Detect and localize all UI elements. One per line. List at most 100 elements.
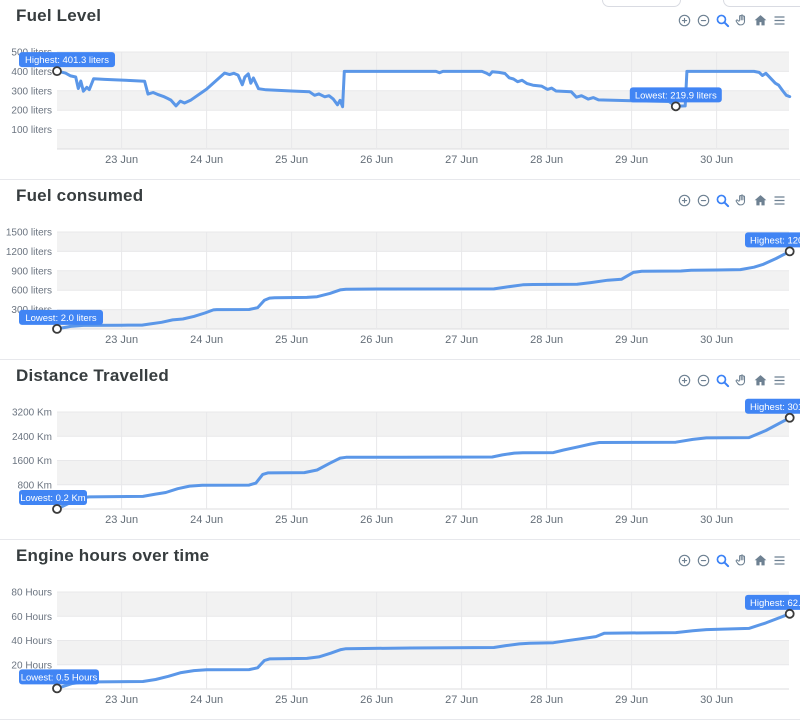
- chart-title: Engine hours over time: [16, 546, 209, 566]
- x-axis-label: 24 Jun: [190, 694, 223, 706]
- annotation-label: Highest: 401.3 liters: [25, 55, 109, 66]
- home-icon[interactable]: [753, 13, 768, 28]
- x-axis-label: 27 Jun: [445, 154, 478, 166]
- y-axis-label: 60 Hours: [11, 612, 52, 623]
- menu-icon[interactable]: [772, 13, 787, 28]
- grid-band: [57, 110, 789, 129]
- x-axis-label: 24 Jun: [190, 514, 223, 526]
- annotation-label: Highest: 62.: [750, 598, 800, 609]
- x-axis-label: 28 Jun: [530, 514, 563, 526]
- x-axis-label: 25 Jun: [275, 154, 308, 166]
- x-axis-label: 27 Jun: [445, 694, 478, 706]
- zoom-in-icon[interactable]: [677, 193, 692, 208]
- chart-toolbar: [677, 193, 787, 208]
- chart-toolbar: [677, 553, 787, 568]
- annotation-label: Highest: 120: [750, 235, 800, 246]
- x-axis-label: 27 Jun: [445, 514, 478, 526]
- pan-icon[interactable]: [734, 193, 749, 208]
- x-axis-label: 28 Jun: [530, 154, 563, 166]
- grid-band: [57, 232, 789, 251]
- cropped-input-fragment[interactable]: [602, 0, 681, 7]
- grid-band: [57, 485, 789, 509]
- chart-toolbar: [677, 373, 787, 388]
- pan-icon[interactable]: [734, 13, 749, 28]
- chart-panel-fuel-level: 500 liters400 liters300 liters200 liters…: [0, 0, 800, 180]
- grid-band: [57, 290, 789, 309]
- y-axis-label: 40 Hours: [11, 636, 52, 647]
- cropped-input-fragment[interactable]: [723, 0, 800, 7]
- y-axis-label: 1600 Km: [12, 456, 52, 467]
- y-axis-label: 3200 Km: [12, 408, 52, 419]
- grid-band: [57, 130, 789, 149]
- selection-zoom-icon[interactable]: [715, 13, 730, 28]
- annotation-marker: [53, 505, 61, 513]
- grid-band: [57, 616, 789, 640]
- grid-band: [57, 52, 789, 71]
- annotation-label: Lowest: 0.5 Hours: [21, 672, 98, 683]
- zoom-out-icon[interactable]: [696, 13, 711, 28]
- annotation-marker: [53, 325, 61, 333]
- x-axis-label: 25 Jun: [275, 694, 308, 706]
- grid-band: [57, 251, 789, 270]
- chart-panel-engine-hours-over-time: 80 Hours60 Hours40 Hours20 Hours23 Jun24…: [0, 540, 800, 720]
- annotation-label: Lowest: 219.9 liters: [635, 90, 717, 101]
- y-axis-label: 200 liters: [11, 106, 52, 117]
- chart-toolbar: [677, 13, 787, 28]
- annotation-marker: [53, 67, 61, 75]
- x-axis-label: 25 Jun: [275, 514, 308, 526]
- y-axis-label: 400 liters: [11, 67, 52, 78]
- y-axis-label: 600 liters: [11, 286, 52, 297]
- chart-panel-fuel-consumed: 1500 liters1200 liters900 liters600 lite…: [0, 180, 800, 360]
- zoom-in-icon[interactable]: [677, 373, 692, 388]
- x-axis-label: 29 Jun: [615, 694, 648, 706]
- x-axis-label: 25 Jun: [275, 334, 308, 346]
- grid-band: [57, 310, 789, 329]
- x-axis-label: 23 Jun: [105, 154, 138, 166]
- zoom-in-icon[interactable]: [677, 553, 692, 568]
- grid-band: [57, 461, 789, 485]
- menu-icon[interactable]: [772, 553, 787, 568]
- zoom-out-icon[interactable]: [696, 373, 711, 388]
- x-axis-label: 29 Jun: [615, 154, 648, 166]
- selection-zoom-icon[interactable]: [715, 193, 730, 208]
- home-icon[interactable]: [753, 553, 768, 568]
- x-axis-label: 23 Jun: [105, 514, 138, 526]
- pan-icon[interactable]: [734, 553, 749, 568]
- chart-panels-container: 500 liters400 liters300 liters200 liters…: [0, 0, 800, 720]
- zoom-out-icon[interactable]: [696, 193, 711, 208]
- zoom-in-icon[interactable]: [677, 13, 692, 28]
- x-axis-label: 26 Jun: [360, 334, 393, 346]
- selection-zoom-icon[interactable]: [715, 553, 730, 568]
- chart-title: Distance Travelled: [16, 366, 169, 386]
- y-axis-label: 300 liters: [11, 86, 52, 97]
- y-axis-label: 1500 liters: [6, 228, 52, 239]
- chart-title: Fuel consumed: [16, 186, 143, 206]
- annotation-label: Highest: 301: [750, 402, 800, 413]
- menu-icon[interactable]: [772, 373, 787, 388]
- home-icon[interactable]: [753, 193, 768, 208]
- zoom-out-icon[interactable]: [696, 553, 711, 568]
- y-axis-label: 800 Km: [18, 480, 52, 491]
- x-axis-label: 30 Jun: [700, 334, 733, 346]
- pan-icon[interactable]: [734, 373, 749, 388]
- x-axis-label: 30 Jun: [700, 514, 733, 526]
- fleet-charts-page: { "colors": { "line": "#5b97e8", "annota…: [0, 0, 800, 719]
- x-axis-label: 24 Jun: [190, 154, 223, 166]
- chart-title: Fuel Level: [16, 6, 101, 26]
- x-axis-label: 28 Jun: [530, 334, 563, 346]
- annotation-marker: [786, 247, 794, 255]
- x-axis-label: 29 Jun: [615, 514, 648, 526]
- x-axis-label: 26 Jun: [360, 694, 393, 706]
- annotation-marker: [672, 102, 680, 110]
- y-axis-label: 900 liters: [11, 266, 52, 277]
- selection-zoom-icon[interactable]: [715, 373, 730, 388]
- menu-icon[interactable]: [772, 193, 787, 208]
- home-icon[interactable]: [753, 373, 768, 388]
- y-axis-label: 80 Hours: [11, 588, 52, 599]
- x-axis-label: 26 Jun: [360, 514, 393, 526]
- x-axis-label: 23 Jun: [105, 334, 138, 346]
- x-axis-label: 26 Jun: [360, 154, 393, 166]
- annotation-marker: [53, 684, 61, 692]
- annotation-marker: [786, 414, 794, 422]
- x-axis-label: 30 Jun: [700, 694, 733, 706]
